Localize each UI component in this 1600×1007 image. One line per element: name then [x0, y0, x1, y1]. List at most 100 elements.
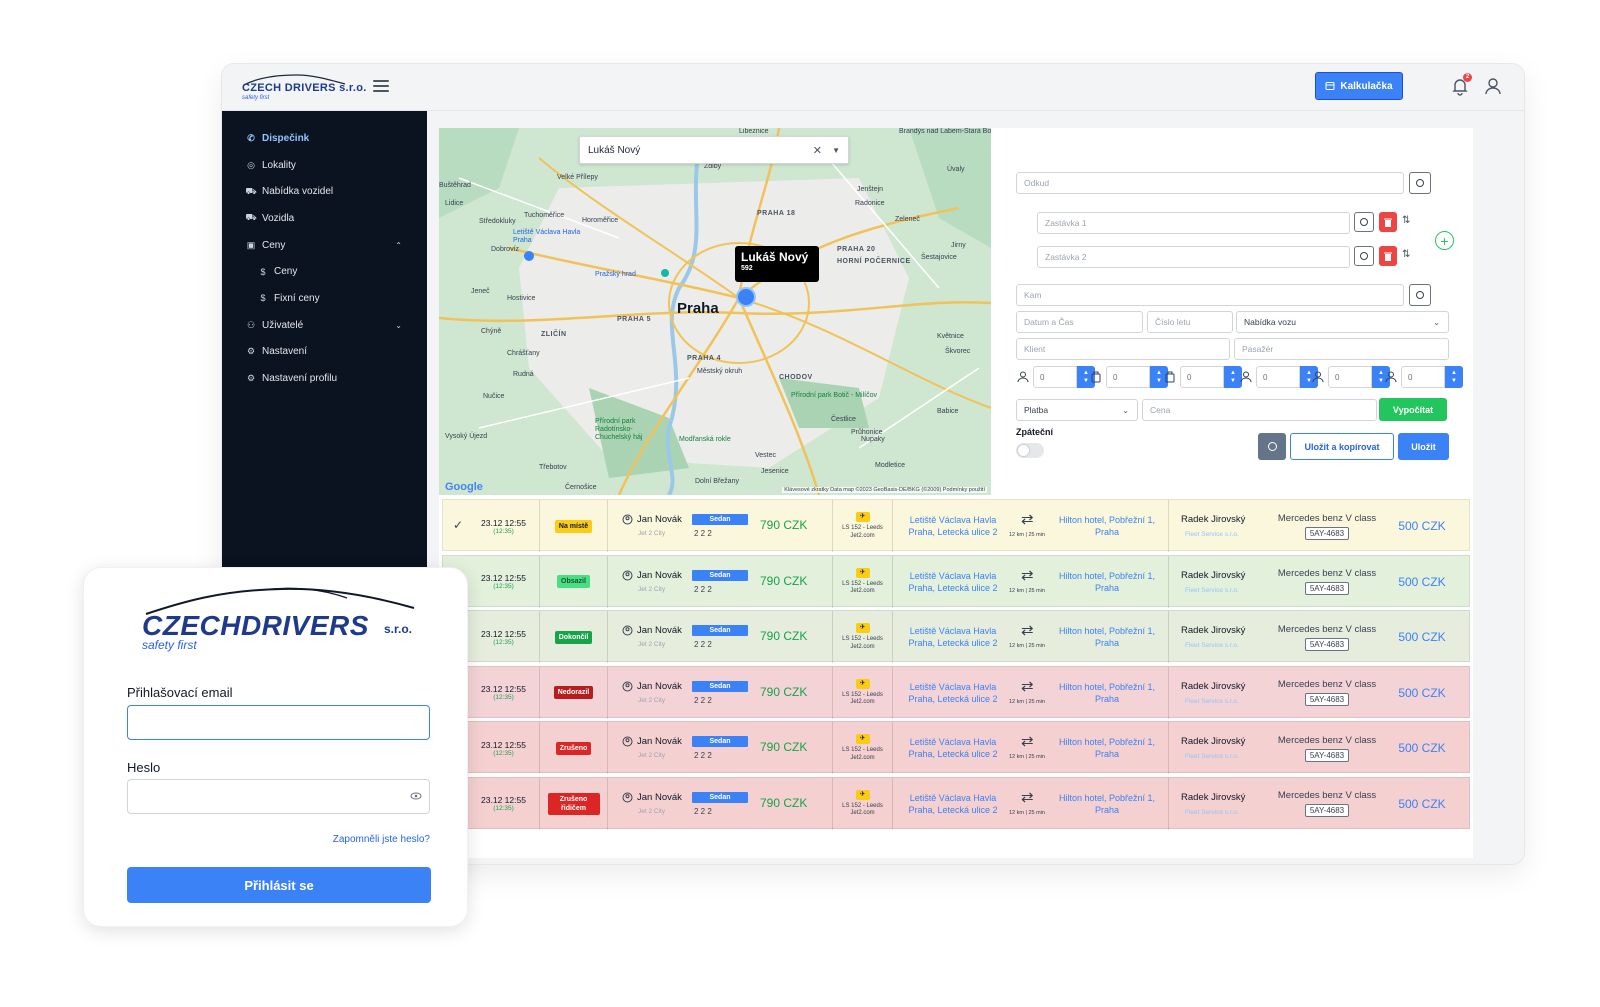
chat-icon: [1267, 442, 1277, 451]
table-row[interactable]: 23.12 12:55 (12:35) Zrušeno řidičem Jan Nov…: [442, 776, 1470, 830]
table-row[interactable]: ✓ 23.12 12:55 (12:35) Na místě Jan Novák Jet …: [442, 499, 1470, 552]
sidebar-item-4[interactable]: ▣ Ceny ⌃: [222, 232, 427, 259]
map-label: Nučice: [483, 393, 505, 400]
route-distance: 12 km | 25 min: [1009, 809, 1045, 816]
counter-value[interactable]: 0: [1106, 366, 1150, 388]
to-input[interactable]: Kam: [1016, 284, 1404, 306]
forgot-password-link[interactable]: Zapomněli jste heslo?: [333, 834, 430, 845]
sidebar-item-6[interactable]: $ Fixní ceny: [222, 285, 427, 312]
route-from[interactable]: Letiště Václava Havla Praha, Letecká uli…: [903, 514, 1003, 538]
sidebar-item-7[interactable]: ⚇ Uživatelé ⌄: [222, 312, 427, 339]
capacity-info: 2 2 2: [694, 640, 712, 649]
flight-info: ✈ LS 152 - Leeds Jet2.com: [833, 666, 893, 719]
login-submit-button[interactable]: Přihlásit se: [127, 867, 431, 903]
add-stop-button[interactable]: +: [1435, 231, 1454, 250]
capacity-info: 2 2 2: [694, 695, 712, 705]
sidebar-item-1[interactable]: ◎ Lokality: [222, 152, 427, 179]
chevron-up-icon: ⌃: [395, 240, 402, 250]
vehicle-offer-select[interactable]: Nabídka vozu ⌄: [1236, 311, 1449, 333]
stop-1-search-button[interactable]: [1354, 212, 1374, 232]
route-from[interactable]: Letiště Václava Havla Praha, Letecká uli…: [903, 792, 1003, 816]
fleet-name: Fleet Service s.r.o.: [1185, 586, 1239, 594]
stop-2-reorder-icon[interactable]: ⇅: [1402, 249, 1410, 260]
sidebar-item-5[interactable]: $ Ceny: [222, 258, 427, 285]
stop-2-input[interactable]: Zastávka 2: [1037, 246, 1350, 268]
flight-info: ✈ LS 152 - Leeds Jet2.com: [833, 500, 893, 552]
tooltip-code: 592: [741, 265, 753, 272]
stop-1-delete-button[interactable]: [1379, 212, 1397, 232]
chevron-down-icon[interactable]: ▼: [832, 146, 840, 155]
from-input[interactable]: Odkud: [1016, 172, 1404, 194]
route-from[interactable]: Letiště Václava Havla Praha, Letecká uli…: [903, 570, 1003, 594]
note-button[interactable]: [1258, 433, 1286, 460]
menu-toggle-icon[interactable]: [373, 80, 389, 94]
save-button[interactable]: Uložit: [1398, 433, 1449, 460]
map-label: Úvaly: [947, 166, 965, 173]
save-and-copy-button[interactable]: Uložit a kopírovat: [1290, 433, 1394, 460]
return-toggle[interactable]: [1016, 443, 1044, 458]
clear-icon[interactable]: ✕: [813, 144, 822, 157]
swap-icon: ⇄: [1021, 566, 1034, 584]
stop-2-delete-button[interactable]: [1379, 246, 1397, 266]
route-to[interactable]: Hilton hotel, Pobřežní 1, Praha: [1055, 625, 1159, 649]
route-from[interactable]: Letiště Václava Havla Praha, Letecká uli…: [903, 736, 1003, 760]
passenger-input[interactable]: Pasažér: [1234, 338, 1449, 360]
route-from[interactable]: Letiště Václava Havla Praha, Letecká uli…: [903, 625, 1003, 649]
vehicle-info: Mercedes benz V class 5AY-4683: [1267, 722, 1387, 774]
email-field[interactable]: [127, 705, 430, 740]
counter-value[interactable]: 0: [1401, 366, 1445, 388]
compute-button[interactable]: Vypočítat: [1379, 398, 1447, 421]
route-from[interactable]: Letiště Václava Havla Praha, Letecká uli…: [903, 681, 1003, 705]
flight-number: LS 152 - Leeds: [842, 525, 883, 531]
route-to[interactable]: Hilton hotel, Pobřežní 1, Praha: [1055, 681, 1159, 705]
table-row[interactable]: 23.12 12:55 (12:35) Obsazil Jan Novák Jet 2 …: [442, 554, 1470, 608]
counter-value[interactable]: 0: [1256, 366, 1300, 388]
flight-number-input[interactable]: Číslo letu: [1147, 311, 1233, 333]
table-row[interactable]: 23.12 12:55 (12:35) Nedorazil Jan Novák Jet …: [442, 665, 1470, 719]
table-row[interactable]: 23.12 12:55 (12:35) Dokončil Jan Novák Jet 2…: [442, 610, 1470, 663]
counter-value[interactable]: 0: [1033, 366, 1077, 388]
stop-2-search-button[interactable]: [1354, 246, 1374, 266]
route-to[interactable]: Hilton hotel, Pobřežní 1, Praha: [1055, 514, 1159, 538]
notifications-bell-icon[interactable]: 2: [1451, 73, 1472, 96]
driver-search-select[interactable]: Lukáš Nový ✕ ▼: [579, 136, 849, 164]
suitcase-icon: [1163, 371, 1176, 384]
counter-stepper[interactable]: ▲ ▼: [1445, 366, 1463, 388]
map-label: Přírodní park Botič - Milíčov: [791, 392, 877, 399]
dollar-icon: $: [260, 266, 266, 277]
counter-value[interactable]: 0: [1328, 366, 1372, 388]
from-search-button[interactable]: [1409, 172, 1431, 194]
route-to[interactable]: Hilton hotel, Pobřežní 1, Praha: [1055, 736, 1159, 760]
stop-1-input[interactable]: Zastávka 1: [1037, 212, 1350, 234]
eye-icon[interactable]: [410, 791, 422, 801]
sidebar-item-2[interactable]: ⛟ Nabídka vozidel: [222, 178, 427, 205]
sidebar-item-0[interactable]: ✆ Dispečink: [222, 125, 427, 152]
route-to[interactable]: Hilton hotel, Pobřežní 1, Praha: [1055, 792, 1159, 816]
passenger-name-text: Jan Novák: [637, 736, 682, 747]
counter-value[interactable]: 0: [1180, 366, 1224, 388]
table-row[interactable]: 23.12 12:55 (12:35) Zrušeno Jan Novák Jet 2 …: [442, 721, 1470, 774]
airport-pin-icon: [524, 251, 534, 261]
map-label: Chýně: [481, 328, 502, 335]
calculator-button[interactable]: Kalkulačka: [1315, 72, 1403, 100]
client-input[interactable]: Klient: [1016, 338, 1230, 360]
map[interactable]: Libeznice Brandýs nad Labem-Stará Bolesla…: [439, 128, 991, 495]
driver-marker[interactable]: [736, 287, 756, 307]
order-date: 23.12 12:55: [481, 739, 526, 750]
price-input[interactable]: Cena: [1142, 399, 1377, 421]
to-search-button[interactable]: [1409, 284, 1431, 306]
swap-icon: ⇄: [1021, 788, 1034, 806]
stop-1-reorder-icon[interactable]: ⇅: [1402, 215, 1410, 226]
flight-info: ✈ LS 152 - Leeds Jet2.com: [833, 777, 893, 830]
datetime-input[interactable]: Datum a Čas: [1016, 311, 1143, 333]
sidebar-item-8[interactable]: ⚙ Nastavení: [222, 339, 427, 366]
map-label: Městský okruh: [697, 368, 743, 375]
payment-select[interactable]: Platba ⌄: [1016, 399, 1138, 421]
password-field[interactable]: [127, 779, 430, 814]
person-icon: [1239, 371, 1252, 384]
sidebar-item-9[interactable]: ⚙ Nastavení profilu: [222, 365, 427, 392]
route-to[interactable]: Hilton hotel, Pobřežní 1, Praha: [1055, 570, 1159, 594]
map-label: Jeneč: [471, 288, 490, 295]
sidebar-item-3[interactable]: ⛟ Vozidla: [222, 205, 427, 232]
user-profile-icon[interactable]: [1484, 76, 1502, 96]
